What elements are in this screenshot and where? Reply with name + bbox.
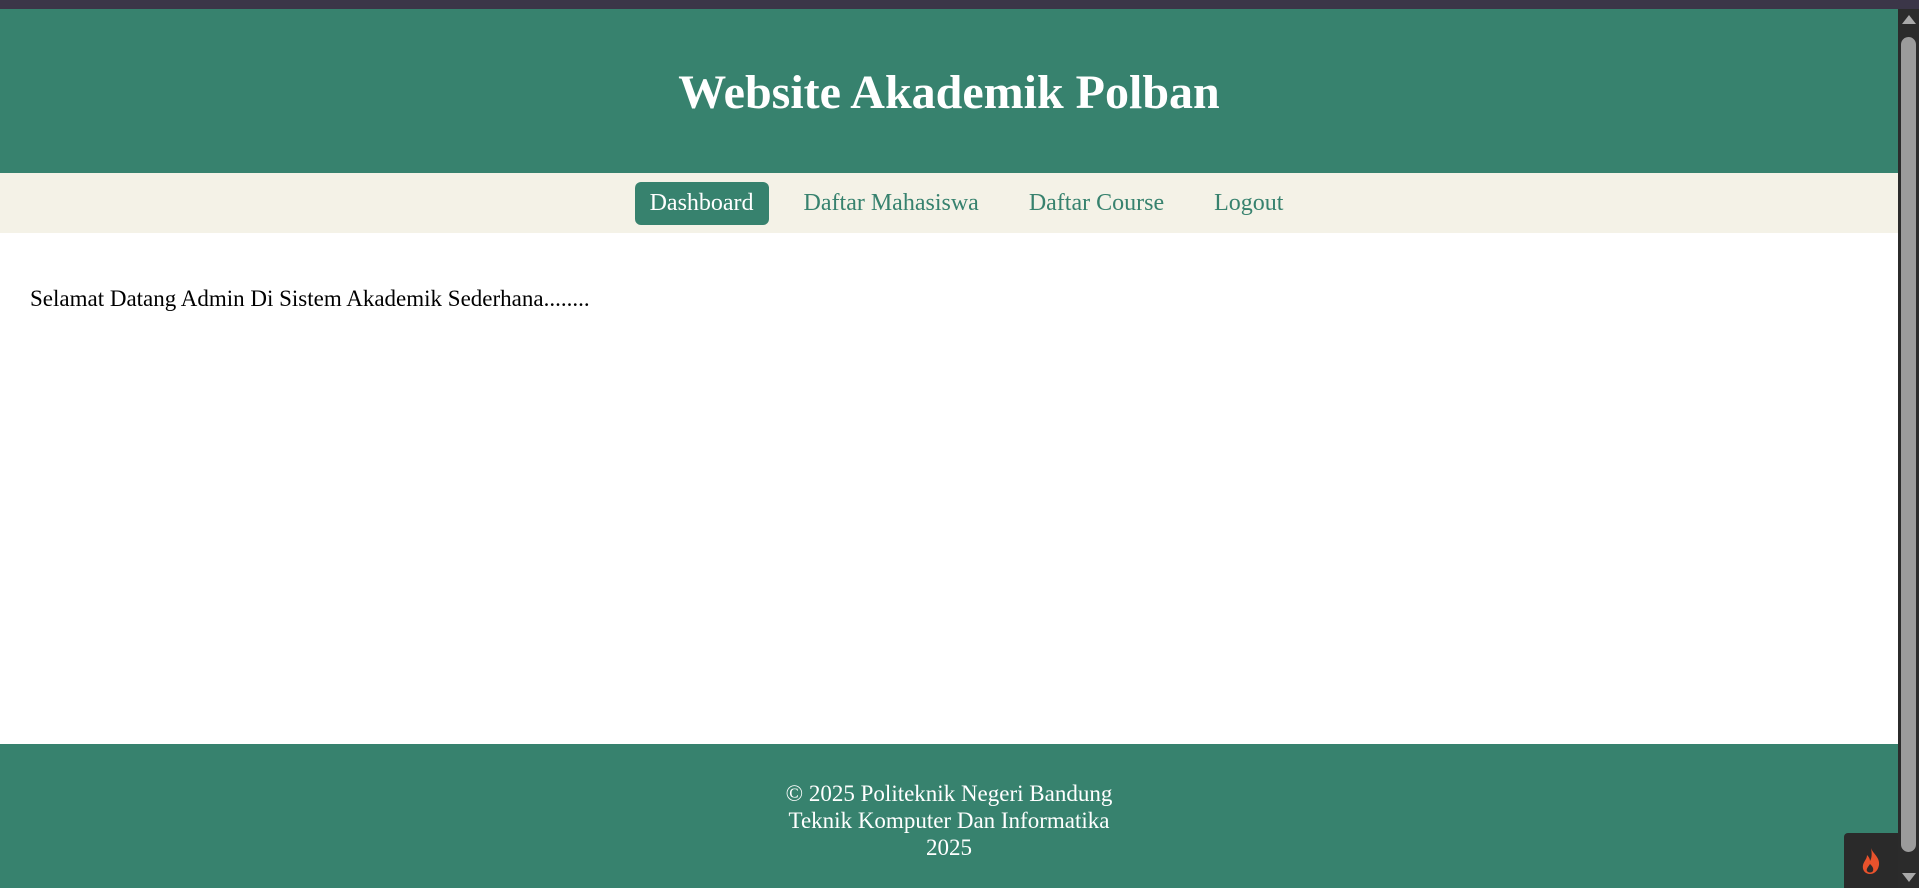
nav-item-daftar-mahasiswa: Daftar Mahasiswa xyxy=(789,182,994,225)
nav-link-daftar-course[interactable]: Daftar Course xyxy=(1014,182,1179,225)
scroll-down-arrow-icon[interactable] xyxy=(1902,873,1916,882)
footer-copyright: © 2025 Politeknik Negeri Bandung xyxy=(785,780,1113,806)
main-nav: Dashboard Daftar Mahasiswa Daftar Course… xyxy=(0,173,1898,233)
site-title: Website Akademik Polban xyxy=(678,65,1220,119)
nav-item-daftar-course: Daftar Course xyxy=(1014,182,1179,225)
footer-department: Teknik Komputer Dan Informatika xyxy=(788,807,1110,833)
vertical-scrollbar[interactable] xyxy=(1898,9,1919,888)
nav-item-logout: Logout xyxy=(1199,182,1298,225)
flame-icon xyxy=(1862,847,1880,874)
welcome-message: Selamat Datang Admin Di Sistem Akademik … xyxy=(30,286,590,311)
nav-link-daftar-mahasiswa[interactable]: Daftar Mahasiswa xyxy=(789,182,994,225)
page: Website Akademik Polban Dashboard Daftar… xyxy=(0,9,1898,888)
nav-link-logout[interactable]: Logout xyxy=(1199,182,1298,225)
main-content: Selamat Datang Admin Di Sistem Akademik … xyxy=(30,286,590,312)
debug-toolbar-button[interactable] xyxy=(1844,833,1898,888)
browser-top-strip xyxy=(0,0,1919,9)
site-footer: © 2025 Politeknik Negeri Bandung Teknik … xyxy=(0,744,1898,888)
nav-list: Dashboard Daftar Mahasiswa Daftar Course… xyxy=(600,181,1299,225)
nav-item-dashboard: Dashboard xyxy=(634,181,769,225)
scrollbar-thumb[interactable] xyxy=(1901,37,1916,852)
footer-year: 2025 xyxy=(926,834,972,860)
nav-link-dashboard[interactable]: Dashboard xyxy=(634,181,769,225)
browser-viewport: Website Akademik Polban Dashboard Daftar… xyxy=(0,0,1919,888)
site-header: Website Akademik Polban xyxy=(0,9,1898,173)
scroll-up-arrow-icon[interactable] xyxy=(1902,15,1916,24)
